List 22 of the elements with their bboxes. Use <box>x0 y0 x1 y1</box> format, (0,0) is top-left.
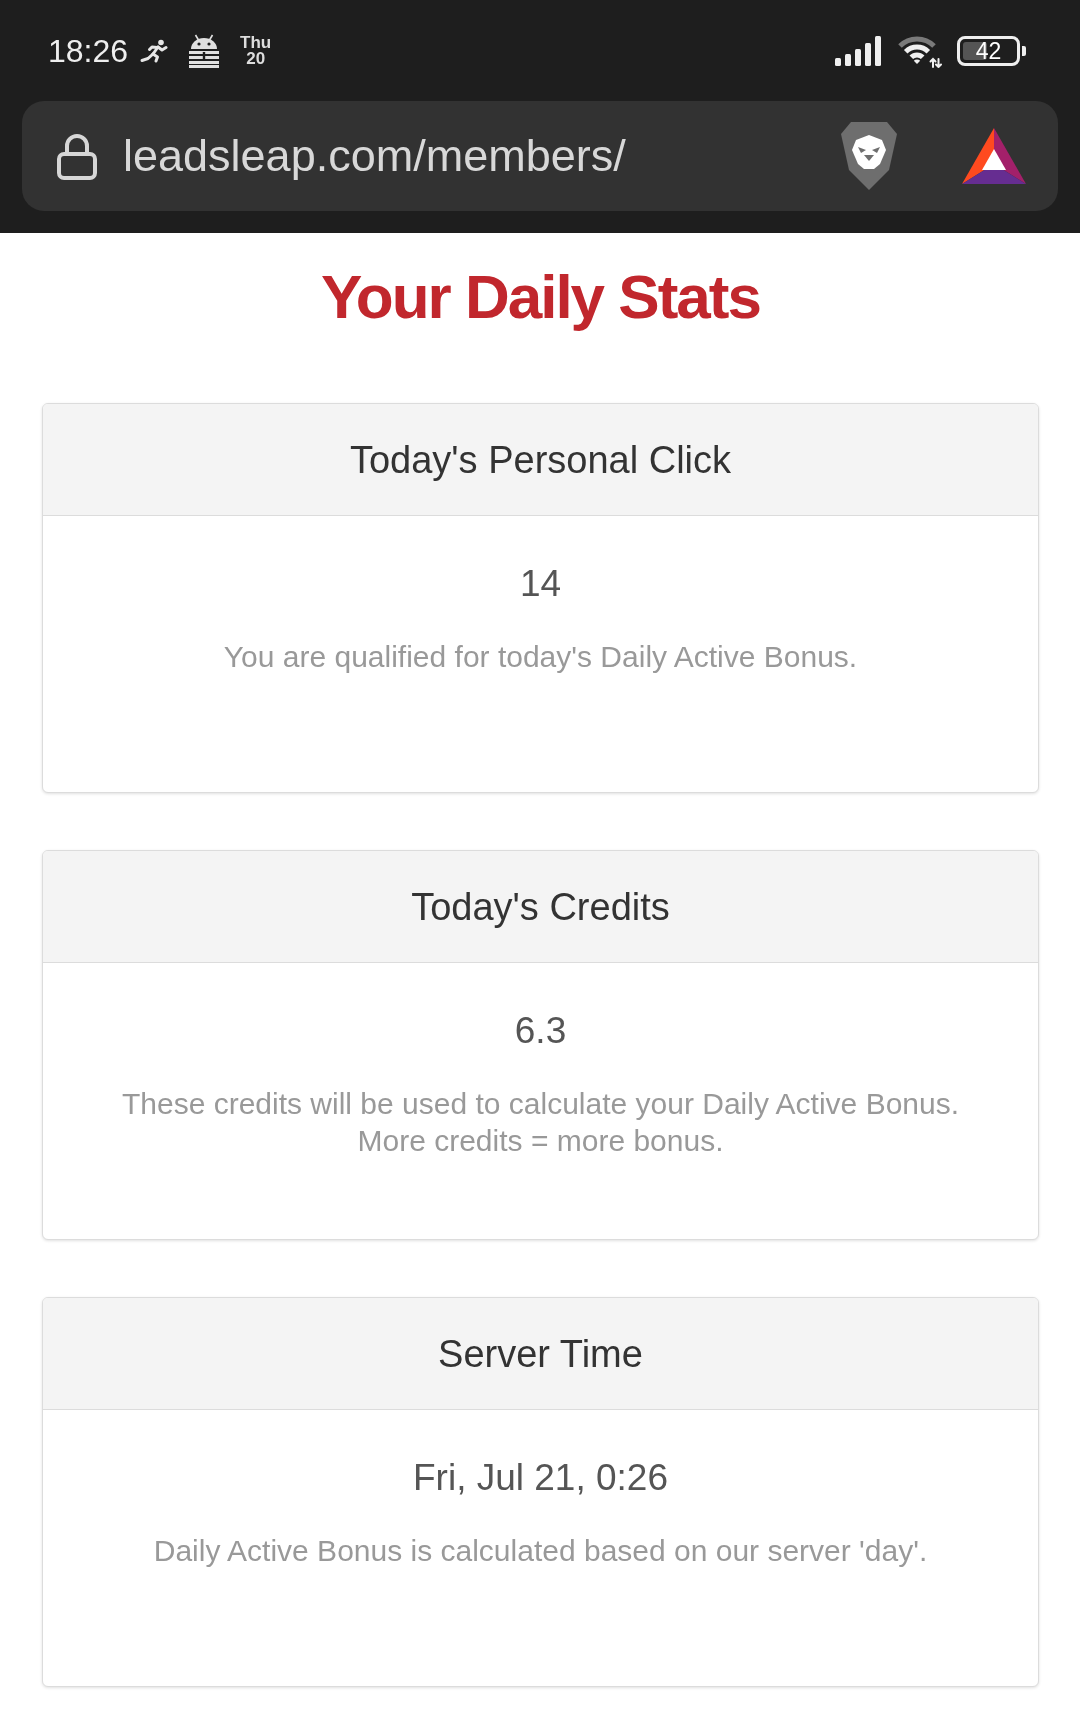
page-title: Your Daily Stats <box>320 261 761 333</box>
stat-value: Fri, Jul 21, 0:26 <box>412 1456 669 1500</box>
card-title: Today's Personal Click <box>349 437 732 482</box>
clock-time: 18:26 <box>48 32 129 69</box>
stat-value: 6.3 <box>513 1009 568 1053</box>
url-field[interactable]: leadsleap.com/members/ <box>123 129 839 183</box>
card-title: Server Time <box>438 1331 643 1376</box>
triangle-icon[interactable] <box>962 128 1026 184</box>
signal-icon <box>835 35 883 66</box>
lion-shield-icon[interactable] <box>839 120 899 192</box>
battery-indicator: 42 <box>957 35 1026 66</box>
weekday-text: Thu <box>240 34 272 51</box>
lock-icon <box>55 132 99 180</box>
wifi-icon <box>895 33 943 68</box>
stat-note: These credits will be used to calculate your Daily Active Bonus. More credits = more bonus. <box>120 1086 961 1159</box>
robot-lock-icon <box>188 33 221 68</box>
runner-icon <box>140 38 169 63</box>
stat-note: Daily Active Bonus is calculated based on our server 'day'. <box>152 1533 929 1569</box>
stat-note: You are qualified for today's Daily Active Bonus. <box>222 639 859 675</box>
day-text: 20 <box>246 50 266 67</box>
card-title: Today's Credits <box>411 884 670 929</box>
stat-value: 14 <box>518 562 563 606</box>
